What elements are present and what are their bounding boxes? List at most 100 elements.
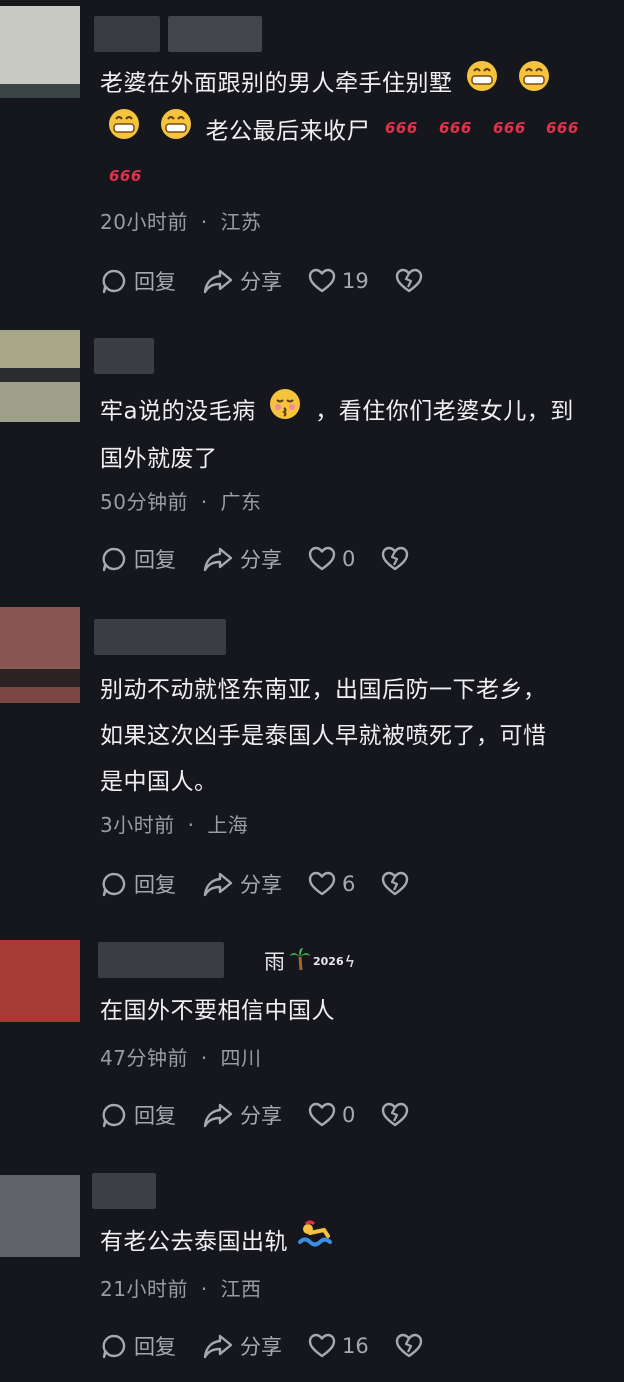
reply-icon [102,269,126,294]
avatar[interactable] [0,6,80,98]
reply-button[interactable]: 回复 [100,1331,176,1361]
sixsixsix-emoji: 666 [108,157,142,203]
like-button[interactable]: 6 [308,871,355,897]
svg-text:666: 666 [546,119,579,137]
comment-item: 别动不动就怪东南亚，出国后防一下老乡， 如果这次凶手是泰国人早就被喷死了，可惜 … [0,605,624,930]
dislike-button[interactable] [381,546,409,572]
like-button[interactable]: 16 [308,1333,369,1359]
reply-icon [102,1103,126,1128]
grin-emoji [160,108,192,156]
reply-button[interactable]: 回复 [100,1100,176,1130]
share-button[interactable]: 分享 [202,1331,282,1361]
share-button[interactable]: 分享 [202,1100,282,1130]
avatar[interactable] [0,330,80,422]
share-button[interactable]: 分享 [202,266,282,296]
heart-icon [308,546,336,571]
like-count: 16 [342,1334,369,1358]
comment-meta: 3小时前 · 上海 [100,809,248,838]
svg-text:666: 666 [385,119,418,137]
comment-item: 老婆在外面跟别的男人牵手住别墅 老公最后来收尸 666 666 666 666 … [0,0,624,320]
share-icon [203,547,233,572]
reply-button[interactable]: 回复 [100,869,176,899]
comment-text: 在国外不要相信中国人 [100,998,335,1024]
like-count: 19 [342,269,369,293]
heart-icon [308,1333,336,1358]
dislike-button[interactable] [395,1333,423,1359]
share-button[interactable]: 分享 [202,869,282,899]
comment-text: 老婆在外面跟别的男人牵手住别墅 老公最后来收尸 666 666 666 666 … [100,60,610,203]
comment-text: 别动不动就怪东南亚，出国后防一下老乡， 如果这次凶手是泰国人早就被喷死了，可惜 … [100,677,547,795]
broken-heart-icon [382,1102,409,1127]
sixsixsix-emoji: 666 [545,109,579,155]
comment-item: 牢a说的没毛病 ，看住你们老婆女儿，到 国外就废了 50分钟前 · 广东 回复 … [0,320,624,605]
svg-text:666: 666 [439,119,472,137]
comment-item: 雨 2026 ϟ 在国外不要相信中国人 47分钟前 · 四川 回复 分享 0 [0,930,624,1165]
like-count: 0 [342,1103,356,1127]
meta-separator: · [187,813,195,837]
comment-meta: 50分钟前 · 广东 [100,486,262,515]
dislike-button[interactable] [395,268,423,294]
username-blurred[interactable] [94,338,154,374]
share-icon [203,872,233,897]
comment-location: 上海 [207,813,249,837]
heart-icon [308,268,336,293]
sixsixsix-emoji: 666 [492,109,526,155]
share-button[interactable]: 分享 [202,544,282,574]
like-count: 0 [342,547,356,571]
action-bar: 回复 分享 0 [100,542,435,576]
dislike-button[interactable] [381,1102,409,1128]
comment-location: 广东 [220,490,262,514]
meta-separator: · [200,1046,208,1070]
comment-time: 50分钟前 [100,490,188,514]
avatar[interactable] [0,607,80,703]
avatar[interactable] [0,1175,80,1257]
comment-location: 江苏 [220,210,262,234]
broken-heart-icon [395,1333,422,1358]
username-blurred[interactable] [92,1173,156,1209]
avatar[interactable] [0,940,80,1022]
broken-heart-icon [382,546,409,571]
meta-separator: · [200,490,208,514]
like-count: 6 [342,872,356,896]
action-bar: 回复 分享 19 [100,264,449,298]
meta-separator: · [200,210,208,234]
username-blurred[interactable] [94,16,160,52]
sixsixsix-emoji: 666 [438,109,472,155]
like-button[interactable]: 0 [308,1102,355,1128]
dislike-button[interactable] [381,871,409,897]
like-button[interactable]: 0 [308,546,355,572]
like-button[interactable]: 19 [308,268,369,294]
comment-item: 有老公去泰国出轨 21小时前 · 江西 回复 分享 16 [0,1165,624,1382]
comment-text: 牢a说的没毛病 ，看住你们老婆女儿，到 国外就废了 [100,388,610,482]
comment-location: 江西 [220,1277,262,1301]
grin-emoji [518,60,550,108]
svg-text:666: 666 [493,119,526,137]
reply-icon [102,547,126,572]
username-blurred[interactable] [94,619,226,655]
comment-text: 有老公去泰国出轨 [100,1219,610,1266]
action-bar: 回复 分享 6 [100,867,435,901]
share-icon [203,1334,233,1359]
swimmer-emoji [297,1220,332,1266]
comment-location: 四川 [220,1046,262,1070]
reply-button[interactable]: 回复 [100,266,176,296]
broken-heart-icon [395,268,422,293]
grin-emoji [108,108,140,156]
share-icon [203,1103,233,1128]
kiss-emoji [269,388,301,436]
comment-time: 21小时前 [100,1277,188,1301]
action-bar: 回复 分享 0 [100,1098,435,1132]
action-bar: 回复 分享 16 [100,1329,449,1363]
comment-meta: 21小时前 · 江西 [100,1273,262,1302]
username-blurred[interactable] [98,942,224,978]
comment-meta: 20小时前 · 江苏 [100,206,262,235]
username-suffix[interactable]: 雨 2026 ϟ [264,946,355,976]
heart-icon [308,871,336,896]
username-blurred[interactable] [168,16,262,52]
comment-time: 3小时前 [100,813,175,837]
broken-heart-icon [382,871,409,896]
comment-meta: 47分钟前 · 四川 [100,1042,262,1071]
reply-button[interactable]: 回复 [100,544,176,574]
comment-time: 47分钟前 [100,1046,188,1070]
meta-separator: · [200,1277,208,1301]
